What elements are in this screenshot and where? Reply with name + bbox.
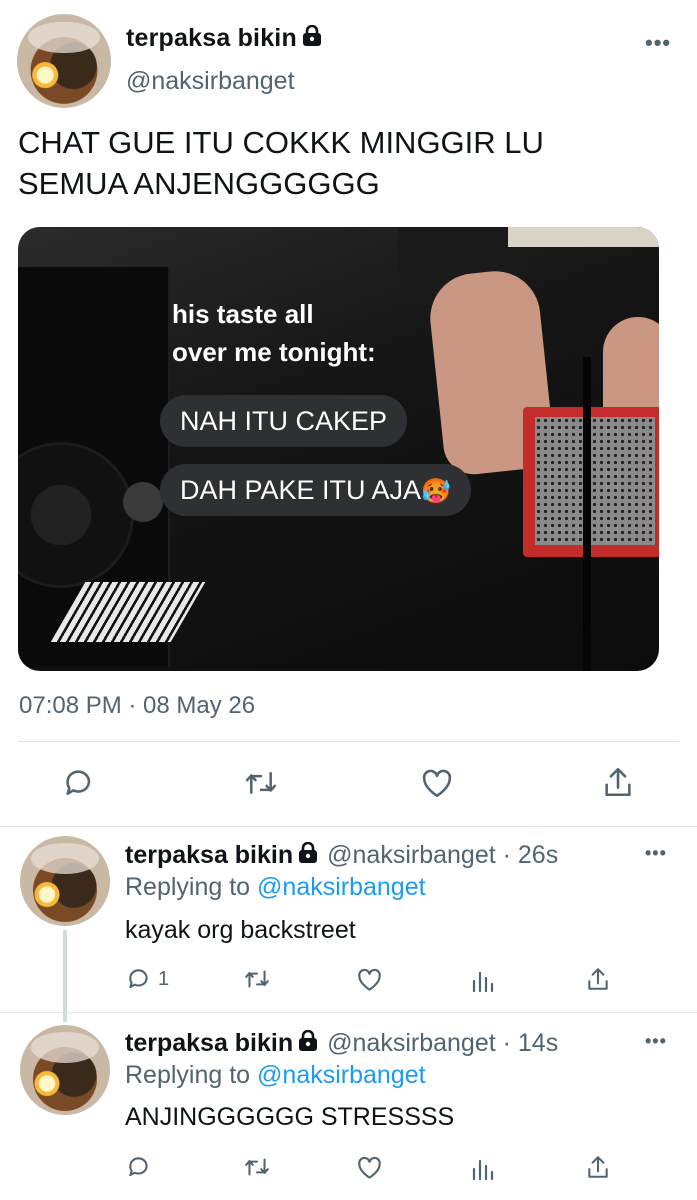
retweet-icon[interactable]: [243, 1154, 271, 1180]
reply-text: kayak org backstreet: [125, 916, 356, 944]
analytics-icon[interactable]: [471, 967, 495, 993]
replying-to-link[interactable]: @naksirbanget: [257, 873, 426, 901]
share-icon[interactable]: [586, 1154, 610, 1180]
retweet-icon[interactable]: [243, 966, 271, 992]
chat-bubble-text: DAH PAKE ITU AJA: [180, 475, 422, 505]
media-caption: his taste all over me tonight:: [172, 295, 376, 371]
reply-icon[interactable]: [126, 1154, 152, 1180]
divider: [18, 741, 679, 742]
chat-bubble-text: NAH ITU CAKEP: [180, 406, 388, 436]
tweet-text-line: CHAT GUE ITU COKKK MINGGIR LU: [18, 125, 544, 160]
thread-connector-line: [63, 930, 67, 1022]
knob-shape: [123, 482, 163, 522]
display-name[interactable]: terpaksa bikin: [125, 841, 293, 870]
lock-icon: [301, 24, 323, 52]
share-icon[interactable]: [586, 966, 610, 992]
replying-to: Replying to @naksirbanget: [125, 873, 426, 902]
lock-icon: [297, 1029, 319, 1057]
divider: [0, 826, 697, 827]
avatar[interactable]: [17, 14, 111, 108]
reply-header: terpaksa bikin @naksirbanget · 26s: [125, 841, 558, 870]
replying-to: Replying to @naksirbanget: [125, 1061, 426, 1090]
display-name[interactable]: terpaksa bikin: [125, 1029, 293, 1058]
stand-shape: [583, 357, 591, 671]
more-options-icon[interactable]: •••: [645, 843, 667, 864]
replying-to-label: Replying to: [125, 873, 251, 901]
handle-and-time[interactable]: @naksirbanget · 14s: [327, 1029, 558, 1058]
author-name-row[interactable]: terpaksa bikin: [126, 24, 323, 53]
divider: [0, 1012, 697, 1013]
like-icon[interactable]: [420, 767, 454, 799]
analytics-icon[interactable]: [471, 1155, 495, 1181]
more-options-icon[interactable]: •••: [645, 1031, 667, 1052]
reply-count: 1: [158, 967, 170, 990]
avatar[interactable]: [20, 836, 110, 926]
tweet-text: CHAT GUE ITU COKKK MINGGIR LU SEMUA ANJE…: [18, 122, 544, 204]
replying-to-label: Replying to: [125, 1061, 251, 1089]
handle-and-time[interactable]: @naksirbanget · 26s: [327, 841, 558, 870]
display-name: terpaksa bikin: [126, 24, 297, 52]
tweet-text-line: SEMUA ANJENGGGGGG: [18, 166, 380, 201]
like-icon[interactable]: [356, 1155, 383, 1180]
tweet-timestamp[interactable]: 07:08 PM · 08 May 26: [19, 692, 255, 720]
retweet-icon[interactable]: [243, 766, 279, 800]
reply-icon[interactable]: 1: [126, 966, 169, 992]
shirt-shape: [508, 227, 659, 247]
reply-header: terpaksa bikin @naksirbanget · 14s: [125, 1029, 558, 1058]
amplifier-shape: [523, 407, 659, 557]
like-icon[interactable]: [356, 967, 383, 992]
reply-text: ANJINGGGGGG STRESSSS: [125, 1103, 455, 1131]
user-handle[interactable]: @naksirbanget: [126, 67, 295, 96]
lock-icon: [297, 841, 319, 869]
share-icon[interactable]: [602, 765, 634, 799]
replying-to-link[interactable]: @naksirbanget: [257, 1061, 426, 1089]
avatar[interactable]: [20, 1025, 110, 1115]
hot-face-emoji: 🥵: [421, 478, 451, 505]
media-caption-line: over me tonight:: [172, 337, 376, 367]
more-options-icon[interactable]: •••: [645, 30, 671, 56]
media-caption-line: his taste all: [172, 299, 314, 329]
reply-icon[interactable]: [62, 766, 96, 800]
tweet-media[interactable]: his taste all over me tonight: NAH ITU C…: [18, 227, 659, 671]
chat-bubble: NAH ITU CAKEP: [160, 395, 408, 447]
chat-bubble: DAH PAKE ITU AJA🥵: [160, 464, 471, 516]
